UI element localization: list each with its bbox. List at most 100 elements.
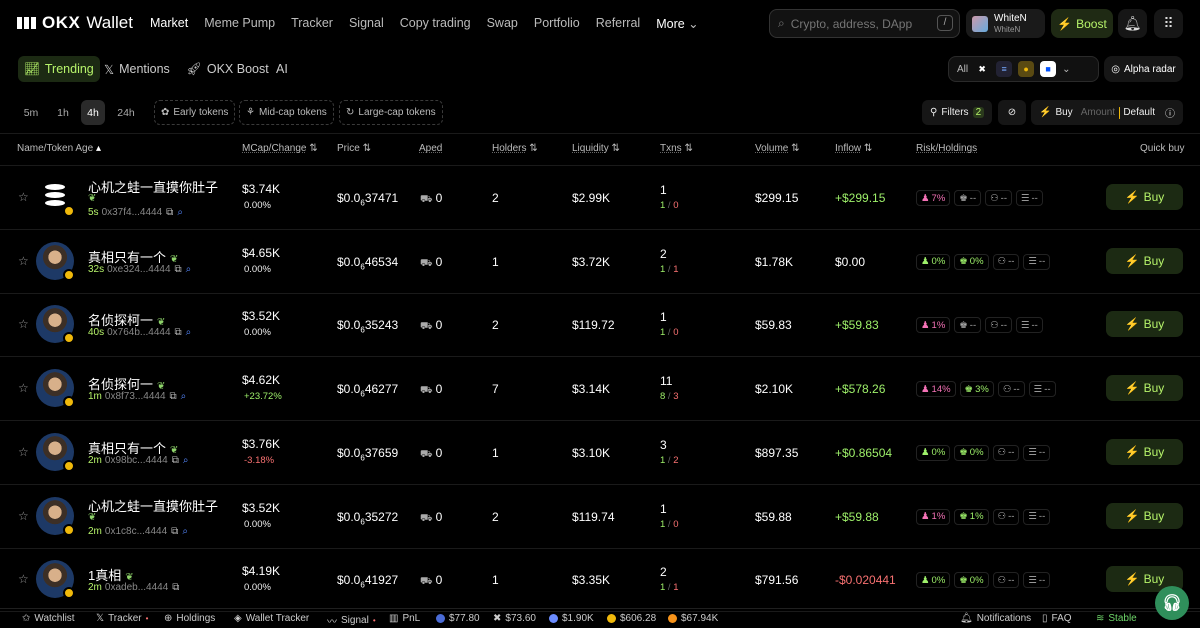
dev-holding[interactable]: ♟ 0% (916, 572, 951, 589)
amount-input[interactable]: Amount (1081, 107, 1115, 118)
dev-holding[interactable]: ♟ 14% (916, 381, 956, 398)
category-mid[interactable]: ⚘ Mid-cap tokens (239, 100, 334, 125)
timeframe-1h[interactable]: 1h (50, 100, 76, 125)
token-address[interactable]: 0x764b...4444 (107, 327, 170, 338)
search-input[interactable] (790, 16, 931, 31)
table-row[interactable]: ☆ 名侦探柯一 ❦ 40s 0x764b...4444 ⧉ ⌕ $3.52K 0.00%… (0, 293, 1200, 356)
col-txns[interactable]: Txns ⇅ (660, 143, 693, 154)
copy-icon[interactable]: ⧉ (166, 207, 173, 218)
copy-icon[interactable]: ⧉ (172, 455, 179, 466)
quick-buy-button[interactable]: ⚡ Buy (1106, 247, 1183, 274)
base-chain-icon[interactable]: ■ (1040, 61, 1057, 77)
footer-holdings[interactable]: ⊕ Holdings (164, 613, 215, 624)
sniper-holding[interactable]: ♚ 3% (959, 381, 994, 398)
nav-referral[interactable]: Referral (596, 16, 640, 31)
chevron-down-icon[interactable]: ⌄ (1062, 64, 1070, 75)
notifications-button[interactable]: 🔔︎ (1118, 9, 1147, 38)
bundle-holding[interactable]: ⚇ -- (992, 572, 1020, 589)
token-address[interactable]: 0x37f4...4444 (102, 207, 163, 218)
token-avatar[interactable] (36, 496, 75, 536)
col-liquidity[interactable]: Liquidity ⇅ (572, 143, 620, 154)
hide-button[interactable]: ⊘ (998, 100, 1026, 125)
sniper-holding[interactable]: ♚ -- (954, 190, 982, 206)
token-avatar[interactable] (36, 241, 75, 281)
copy-icon[interactable]: ⧉ (175, 264, 182, 275)
tab-ai[interactable]: AI (270, 56, 294, 82)
alpha-radar-button[interactable]: ◎ Alpha radar (1104, 56, 1183, 82)
col-aped[interactable]: Aped (419, 143, 442, 154)
account-button[interactable]: WhiteN WhiteN (966, 9, 1045, 38)
nav-portfolio[interactable]: Portfolio (534, 16, 580, 31)
dev-holding[interactable]: ♟ 7% (916, 190, 951, 206)
nav-tracker[interactable]: Tracker (291, 16, 333, 31)
dev-holding[interactable]: ♟ 0% (916, 444, 951, 461)
sniper-holding[interactable]: ♚ -- (954, 317, 982, 334)
category-early[interactable]: ✿ Early tokens (154, 100, 236, 125)
top10-holding[interactable]: ☰ -- (1015, 317, 1043, 334)
token-address[interactable]: 0x8f73...4444 (105, 391, 166, 402)
category-large[interactable]: ↻ Large-cap tokens (339, 100, 443, 125)
token-avatar[interactable] (36, 560, 75, 600)
token-address[interactable]: 0x98bc...4444 (105, 455, 168, 466)
footer-watchlist[interactable]: ✩ Watchlist (22, 613, 75, 624)
nav-swap[interactable]: Swap (487, 16, 518, 31)
col-volume[interactable]: Volume ⇅ (755, 143, 800, 154)
token-avatar[interactable] (36, 432, 75, 472)
footer-wallet-tracker[interactable]: ◈ Wallet Tracker (234, 613, 309, 624)
filters-button[interactable]: ⚲ Filters 2 (922, 100, 993, 125)
sniper-holding[interactable]: ♚ 1% (954, 508, 989, 525)
nav-market[interactable]: Market (150, 16, 188, 31)
info-icon[interactable]: ⓘ (1165, 105, 1175, 120)
footer-signal[interactable]: 〰 Signal • (327, 613, 376, 628)
nav-more[interactable]: More ⌄ (656, 16, 698, 31)
sniper-holding[interactable]: ♚ 0% (954, 253, 989, 270)
token-address[interactable]: 0xe324...4444 (107, 264, 170, 275)
tab-mentions[interactable]: 𝕏 Mentions (98, 56, 176, 82)
sniper-holding[interactable]: ♚ 0% (954, 444, 989, 461)
bundle-holding[interactable]: ⚇ -- (992, 253, 1020, 270)
copy-icon[interactable]: ⧉ (170, 391, 177, 402)
star-icon[interactable]: ☆ (18, 317, 29, 331)
token-avatar[interactable] (36, 178, 75, 217)
bundle-holding[interactable]: ⚇ -- (992, 444, 1020, 461)
quick-buy-button[interactable]: ⚡ Buy (1106, 184, 1183, 210)
preset-select[interactable]: Default (1123, 107, 1155, 118)
copy-icon[interactable]: ⧉ (175, 327, 182, 338)
top10-holding[interactable]: ☰ -- (1023, 444, 1051, 461)
star-icon[interactable]: ☆ (18, 509, 29, 523)
star-icon[interactable]: ☆ (18, 445, 29, 459)
table-row[interactable]: ☆ 心机之蛙一直摸你肚子 ❦ 2m 0x1c8c...4444 ⧉ ⌕ $3.52K … (0, 485, 1200, 548)
search-link-icon[interactable]: ⌕ (181, 391, 187, 402)
bundle-holding[interactable]: ⚇ -- (985, 317, 1012, 334)
search-link-icon[interactable]: ⌕ (186, 327, 192, 338)
top10-holding[interactable]: ☰ -- (1023, 572, 1051, 589)
star-icon[interactable]: ☆ (18, 381, 29, 395)
col-name[interactable]: Name/Token Age ▴ (17, 143, 101, 154)
timeframe-24h[interactable]: 24h (112, 100, 140, 125)
quick-buy-button[interactable]: ⚡ Buy (1106, 438, 1183, 465)
search-link-icon[interactable]: ⌕ (177, 207, 183, 218)
footer-notifications[interactable]: 🔔︎ Notifications (960, 613, 1031, 624)
okx-chain-icon[interactable]: ✖ (974, 61, 990, 77)
top10-holding[interactable]: ☰ -- (1023, 253, 1051, 270)
bundle-holding[interactable]: ⚇ -- (992, 508, 1020, 525)
col-inflow[interactable]: Inflow ⇅ (835, 143, 872, 154)
chain-all[interactable]: All (957, 64, 968, 75)
dev-holding[interactable]: ♟ 1% (916, 508, 951, 525)
search-link-icon[interactable]: ⌕ (183, 455, 189, 466)
col-risk[interactable]: Risk/Holdings (916, 143, 977, 154)
star-icon[interactable]: ☆ (18, 190, 29, 204)
table-row[interactable]: ☆ 真相只有一个 ❦ 2m 0x98bc...4444 ⧉ ⌕ $3.76K -3.18… (0, 421, 1200, 484)
token-avatar[interactable] (36, 369, 75, 409)
table-row[interactable]: ☆ 1真相 ❦ 2m 0xadeb...4444 ⧉ $4.19K 0.00% $0.… (0, 548, 1200, 611)
tab-okx-boost[interactable]: 🚀︎ OKX Boost (180, 56, 275, 82)
col-holders[interactable]: Holders ⇅ (492, 143, 538, 154)
token-address[interactable]: 0xadeb...4444 (105, 582, 168, 593)
token-avatar[interactable] (36, 305, 75, 345)
col-mcap[interactable]: MCap/Change ⇅ (242, 143, 318, 154)
token-address[interactable]: 0x1c8c...4444 (105, 526, 167, 537)
search-link-icon[interactable]: ⌕ (182, 526, 188, 537)
table-row[interactable]: ☆ 真相只有一个 ❦ 32s 0xe324...4444 ⧉ ⌕ $4.65K 0.00… (0, 230, 1200, 293)
search-link-icon[interactable]: ⌕ (186, 264, 192, 275)
search-box[interactable]: ⌕ / (769, 9, 960, 38)
